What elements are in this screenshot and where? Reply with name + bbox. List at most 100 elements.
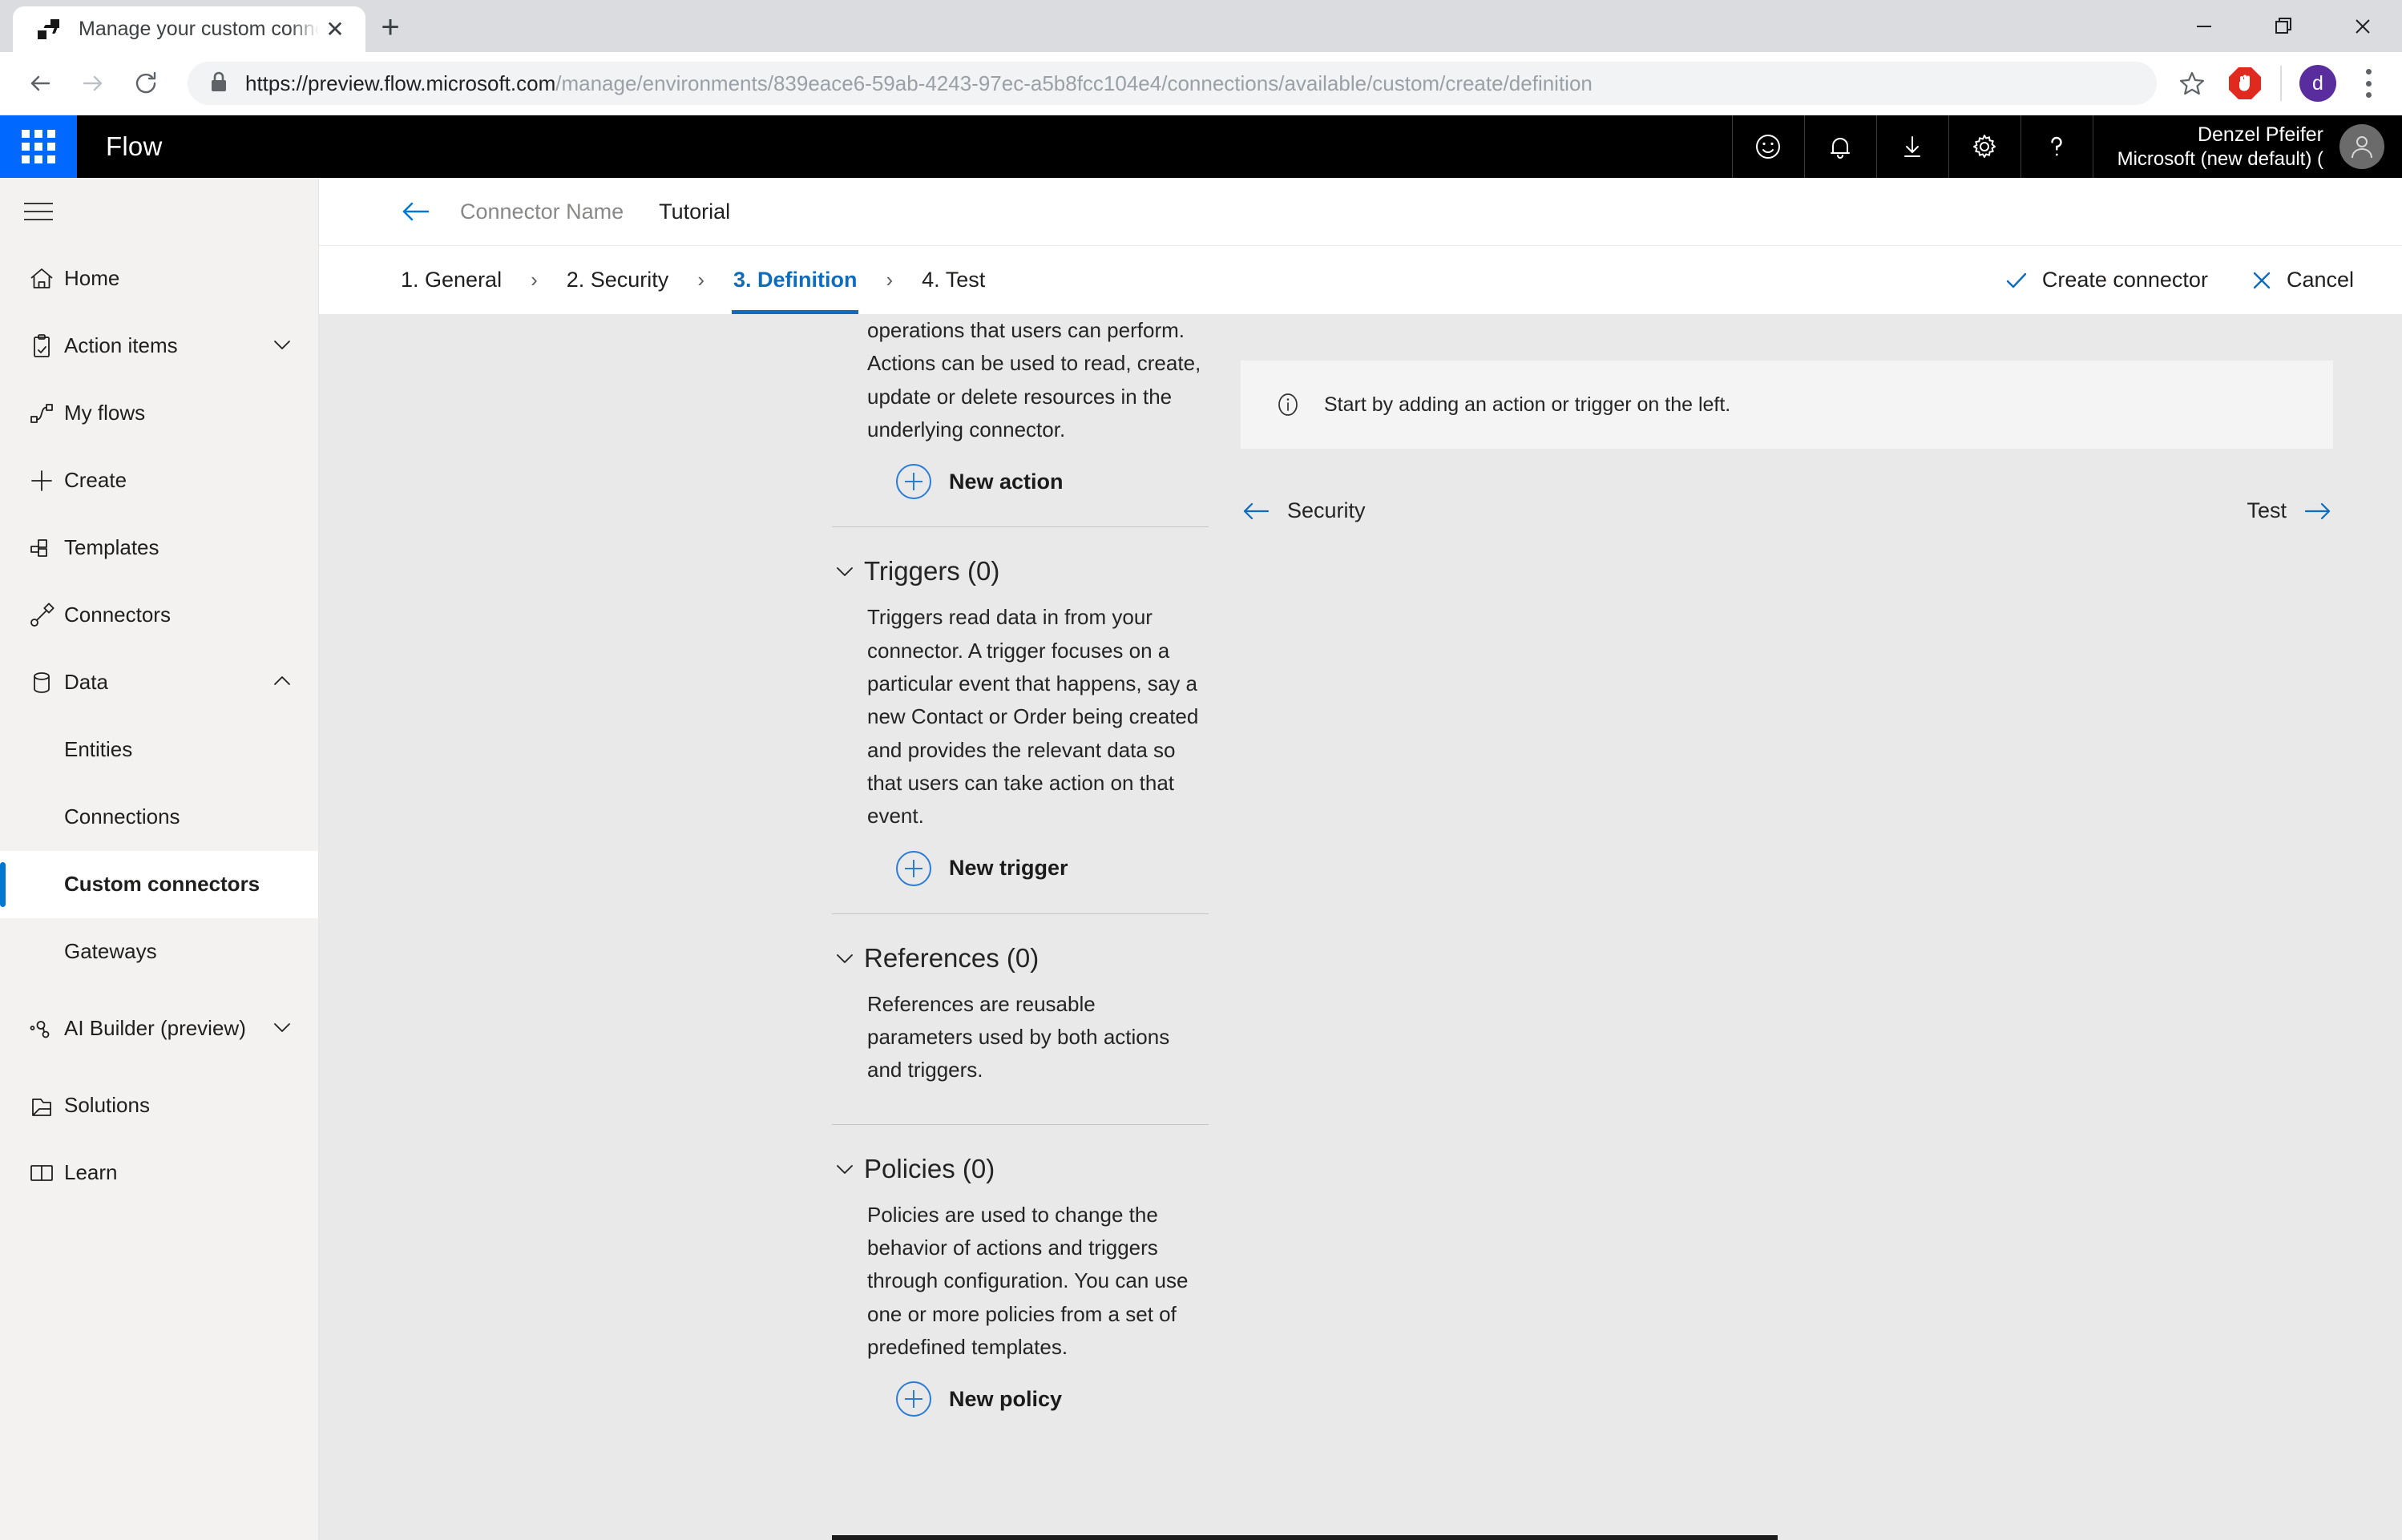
hamburger-menu-icon[interactable] bbox=[0, 178, 318, 245]
info-banner: Start by adding an action or trigger on … bbox=[1241, 361, 2333, 449]
cancel-button[interactable]: Cancel bbox=[2250, 268, 2354, 292]
chevron-down-icon[interactable] bbox=[832, 945, 864, 971]
adblock-icon[interactable] bbox=[2227, 66, 2263, 101]
bookmark-star-icon[interactable] bbox=[2170, 61, 2214, 106]
lock-icon bbox=[208, 71, 231, 97]
sidebar-item-gateways[interactable]: Gateways bbox=[0, 918, 318, 986]
step-separator-icon: › bbox=[886, 268, 894, 292]
browser-profile-avatar[interactable]: d bbox=[2299, 65, 2336, 102]
triggers-section-header[interactable]: Triggers (0) bbox=[832, 556, 1209, 587]
sidebar-item-learn[interactable]: Learn bbox=[0, 1139, 318, 1207]
sidebar-item-connectors[interactable]: Connectors bbox=[0, 582, 318, 649]
templates-icon bbox=[19, 534, 64, 562]
forward-arrow-icon[interactable] bbox=[71, 61, 115, 106]
kebab-menu-icon[interactable] bbox=[2352, 65, 2384, 102]
app-bar-actions: Denzel Pfeifer Microsoft (new default) ( bbox=[1731, 115, 2402, 178]
sidebar-item-label: Custom connectors bbox=[64, 872, 260, 897]
page-navigation: Security Test bbox=[1241, 498, 2333, 523]
sidebar-item-create[interactable]: Create bbox=[0, 447, 318, 514]
minimize-icon[interactable] bbox=[2164, 0, 2243, 52]
definition-content: operations that users can perform. Actio… bbox=[319, 314, 2402, 1540]
arrow-right-icon bbox=[2303, 500, 2333, 522]
flow-icon bbox=[37, 18, 61, 42]
sidebar-item-label: Learn bbox=[64, 1160, 118, 1185]
browser-tab[interactable]: Manage your custom connectors ✕ bbox=[13, 6, 365, 52]
database-icon bbox=[19, 669, 64, 696]
user-name: Denzel Pfeifer bbox=[2197, 123, 2323, 146]
sidebar-item-templates[interactable]: Templates bbox=[0, 514, 318, 582]
sidebar-item-custom-connectors[interactable]: Custom connectors bbox=[0, 851, 318, 918]
page-actions: Create connector Cancel bbox=[1962, 268, 2354, 293]
tab-test[interactable]: 4. Test bbox=[920, 246, 987, 315]
create-connector-button[interactable]: Create connector bbox=[2004, 268, 2208, 293]
book-learn-icon bbox=[19, 1159, 64, 1187]
new-trigger-button[interactable]: New trigger bbox=[832, 850, 1209, 886]
main-content: Connector Name Tutorial 1. General › 2. … bbox=[319, 178, 2402, 1540]
checkmark-icon bbox=[2004, 268, 2029, 293]
breadcrumb-current: Tutorial bbox=[659, 199, 731, 224]
app-title: Flow bbox=[106, 131, 163, 161]
sidebar-item-connections[interactable]: Connections bbox=[0, 784, 318, 851]
window-controls bbox=[2164, 0, 2402, 52]
close-icon[interactable] bbox=[2323, 0, 2402, 52]
app-launcher-icon[interactable] bbox=[0, 115, 77, 178]
browser-tab-strip: Manage your custom connectors ✕ + bbox=[0, 0, 2402, 52]
next-step-link[interactable]: Test bbox=[2247, 498, 2333, 523]
horizontal-scrollbar[interactable] bbox=[319, 1535, 2402, 1540]
references-description: References are reusable parameters used … bbox=[867, 991, 1170, 1082]
smiley-feedback-icon[interactable] bbox=[1731, 115, 1804, 178]
flow-icon bbox=[19, 400, 64, 427]
sidebar: Home Action items My flows Create Templa… bbox=[0, 178, 319, 1540]
tab-security[interactable]: 2. Security bbox=[565, 246, 671, 315]
download-icon[interactable] bbox=[1875, 115, 1948, 178]
tab-general[interactable]: 1. General bbox=[399, 246, 503, 315]
chevron-down-icon[interactable] bbox=[270, 333, 299, 361]
sidebar-item-action-items[interactable]: Action items bbox=[0, 312, 318, 380]
sidebar-item-home[interactable]: Home bbox=[0, 245, 318, 312]
reload-icon[interactable] bbox=[123, 61, 168, 106]
new-tab-button[interactable]: + bbox=[365, 6, 415, 52]
maximize-icon[interactable] bbox=[2243, 0, 2323, 52]
close-x-icon bbox=[2250, 268, 2274, 292]
back-arrow-icon[interactable] bbox=[18, 61, 63, 106]
policies-section-header[interactable]: Policies (0) bbox=[832, 1154, 1209, 1184]
plus-circle-icon bbox=[896, 464, 931, 500]
arrow-left-icon bbox=[1241, 500, 1271, 522]
new-policy-button[interactable]: New policy bbox=[832, 1381, 1209, 1417]
sidebar-item-data[interactable]: Data bbox=[0, 649, 318, 716]
sidebar-item-label: Solutions bbox=[64, 1093, 150, 1118]
bell-notifications-icon[interactable] bbox=[1803, 115, 1876, 178]
tab-definition[interactable]: 3. Definition bbox=[731, 246, 859, 315]
gear-settings-icon[interactable] bbox=[1948, 115, 2021, 178]
actions-description: operations that users can perform. Actio… bbox=[867, 318, 1201, 441]
back-arrow-icon[interactable] bbox=[399, 200, 431, 224]
sidebar-item-solutions[interactable]: Solutions bbox=[0, 1072, 318, 1139]
chevron-down-icon[interactable] bbox=[832, 1156, 864, 1182]
sidebar-item-label: Create bbox=[64, 468, 127, 493]
chevron-down-icon[interactable] bbox=[832, 558, 864, 584]
chevron-up-icon[interactable] bbox=[270, 669, 299, 697]
new-action-button[interactable]: New action bbox=[832, 464, 1209, 500]
section-divider bbox=[832, 1123, 1209, 1125]
sidebar-item-ai-builder[interactable]: AI Builder (preview) bbox=[0, 986, 318, 1072]
sidebar-item-label: Entities bbox=[64, 737, 133, 762]
sidebar-item-entities[interactable]: Entities bbox=[0, 716, 318, 784]
user-account-button[interactable]: Denzel Pfeifer Microsoft (new default) ( bbox=[2092, 115, 2402, 178]
user-org: Microsoft (new default) ( bbox=[2117, 147, 2323, 170]
help-question-icon[interactable] bbox=[2020, 115, 2093, 178]
wizard-step-list: 1. General › 2. Security › 3. Definition… bbox=[399, 246, 987, 315]
previous-step-link[interactable]: Security bbox=[1241, 498, 1366, 523]
user-avatar-icon bbox=[2339, 124, 2384, 169]
solutions-icon bbox=[19, 1092, 64, 1119]
sidebar-item-my-flows[interactable]: My flows bbox=[0, 380, 318, 447]
chevron-down-icon[interactable] bbox=[270, 1015, 299, 1043]
user-account-text: Denzel Pfeifer Microsoft (new default) ( bbox=[2117, 122, 2323, 172]
breadcrumb: Connector Name Tutorial bbox=[319, 178, 2402, 245]
browser-toolbar: https://preview.flow.microsoft.com/manag… bbox=[0, 52, 2402, 115]
breadcrumb-connector-name[interactable]: Connector Name bbox=[460, 200, 624, 224]
sidebar-item-label: Connectors bbox=[64, 603, 171, 627]
address-bar[interactable]: https://preview.flow.microsoft.com/manag… bbox=[188, 62, 2157, 105]
next-step-label: Test bbox=[2247, 498, 2287, 522]
references-section-header[interactable]: References (0) bbox=[832, 943, 1209, 974]
close-icon[interactable]: ✕ bbox=[319, 14, 351, 46]
